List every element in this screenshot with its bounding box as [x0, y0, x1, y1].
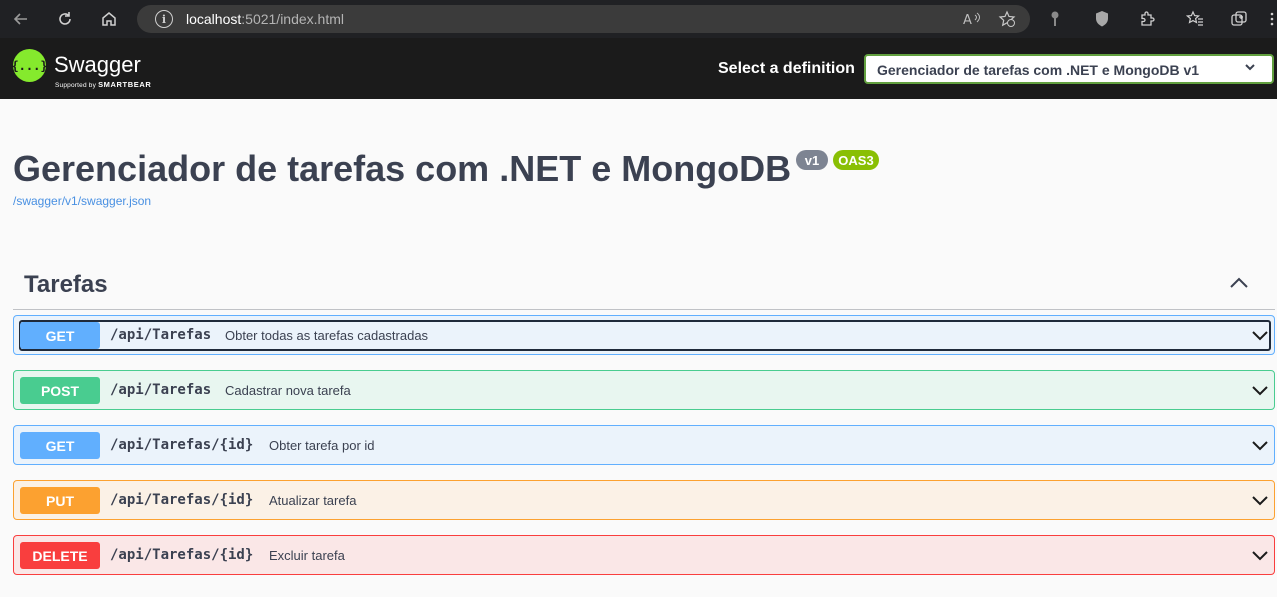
operation-summary: Obter tarefa por id [269, 438, 375, 453]
definition-select[interactable]: Gerenciador de tarefas com .NET e MongoD… [864, 54, 1274, 84]
more-icon[interactable] [1262, 9, 1277, 29]
chevron-down-icon[interactable] [1250, 545, 1270, 565]
version-badge: v1 [796, 150, 828, 170]
back-icon[interactable] [9, 7, 33, 31]
add-favorite-icon[interactable] [997, 9, 1017, 29]
method-badge: DELETE [20, 542, 100, 569]
tag-title[interactable]: Tarefas [24, 271, 108, 299]
site-info-icon[interactable]: i [155, 10, 173, 28]
method-badge: GET [20, 432, 100, 459]
oas-badge: OAS3 [833, 150, 879, 170]
swagger-logo-text[interactable]: Swagger [54, 52, 141, 78]
operation-summary: Cadastrar nova tarefa [225, 383, 351, 398]
read-aloud-icon[interactable]: A [962, 9, 982, 29]
key-icon[interactable] [1045, 9, 1065, 29]
api-title: Gerenciador de tarefas com .NET e MongoD… [13, 148, 792, 189]
operation-summary: Excluir tarefa [269, 548, 345, 563]
chevron-down-icon [1244, 60, 1256, 77]
operation-path: /api/Tarefas [110, 382, 212, 398]
extensions-icon[interactable] [1137, 9, 1157, 29]
operation-summary: Obter todas as tarefas cadastradas [225, 328, 429, 343]
method-badge: GET [20, 322, 100, 349]
chevron-up-icon[interactable] [1228, 272, 1250, 294]
definition-label: Select a definition [718, 60, 855, 77]
operation-path: /api/Tarefas/{id} [110, 547, 254, 563]
operation-put-tarefa[interactable]: PUT /api/Tarefas/{id} Atualizar tarefa [13, 480, 1275, 520]
operation-path: /api/Tarefas/{id} [110, 492, 254, 508]
chevron-down-icon[interactable] [1250, 490, 1270, 510]
address-bar[interactable]: i localhost:5021/index.html [137, 5, 1030, 33]
operation-get-tarefas[interactable]: GET /api/Tarefas Obter todas as tarefas … [13, 315, 1275, 355]
chevron-down-icon[interactable] [1250, 435, 1270, 455]
collections-icon[interactable] [1229, 9, 1249, 29]
refresh-icon[interactable] [53, 7, 77, 31]
method-badge: PUT [20, 487, 100, 514]
definition-selected-value: Gerenciador de tarefas com .NET e MongoD… [877, 62, 1200, 78]
operation-path: /api/Tarefas [110, 327, 212, 343]
svg-text:A: A [963, 13, 972, 27]
favorites-icon[interactable] [1185, 9, 1205, 29]
swagger-logo-icon[interactable]: {...} [11, 49, 48, 82]
chevron-down-icon[interactable] [1250, 380, 1270, 400]
operation-post-tarefas[interactable]: POST /api/Tarefas Cadastrar nova tarefa [13, 370, 1275, 410]
swagger-logo-subtitle: Supported by SMARTBEAR [55, 80, 152, 89]
tag-divider [13, 309, 1275, 310]
spec-link[interactable]: /swagger/v1/swagger.json [13, 194, 151, 208]
browser-toolbar: i localhost:5021/index.html A [0, 0, 1277, 38]
chevron-down-icon[interactable] [1250, 325, 1270, 345]
home-icon[interactable] [97, 7, 121, 31]
shield-icon[interactable] [1092, 9, 1112, 29]
operation-path: /api/Tarefas/{id} [110, 437, 254, 453]
url-text: localhost:5021/index.html [186, 11, 344, 27]
operation-delete-tarefa[interactable]: DELETE /api/Tarefas/{id} Excluir tarefa [13, 535, 1275, 575]
method-badge: POST [20, 377, 100, 404]
operation-get-tarefa-by-id[interactable]: GET /api/Tarefas/{id} Obter tarefa por i… [13, 425, 1275, 465]
operation-summary: Atualizar tarefa [269, 493, 357, 508]
